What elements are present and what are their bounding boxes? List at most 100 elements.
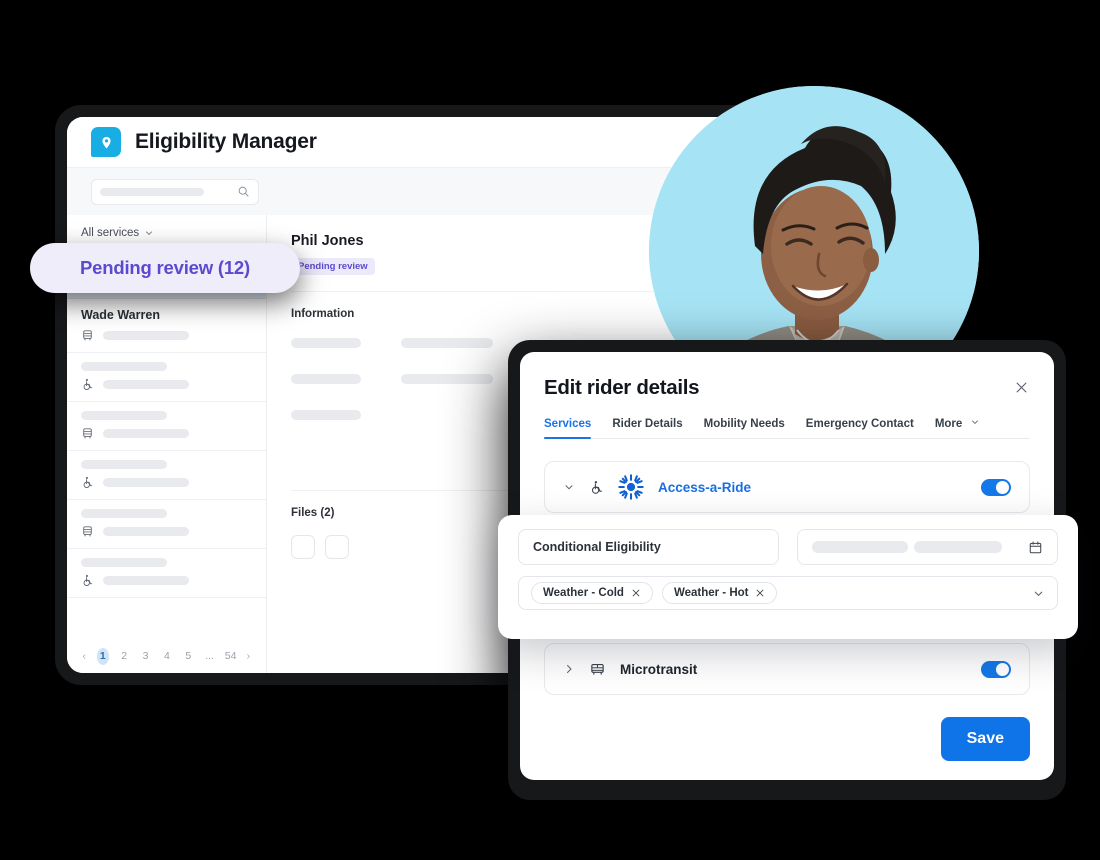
modal-tabs: Services Rider Details Mobility Needs Em… (544, 417, 1030, 439)
tab-services[interactable]: Services (544, 418, 592, 439)
info-field-skeleton (401, 338, 493, 348)
service-name-microtransit: Microtransit (620, 661, 698, 677)
close-icon[interactable] (755, 588, 765, 598)
list-item-skeleton (103, 576, 189, 585)
shuttle-bus-icon (591, 663, 604, 675)
conditional-eligibility-card: Conditional Eligibility Weather - Cold W… (498, 515, 1078, 639)
tab-emergency-contact[interactable]: Emergency Contact (806, 418, 914, 438)
list-item-meta (81, 378, 252, 391)
eligibility-type-input[interactable]: Conditional Eligibility (518, 529, 779, 565)
list-item-name-skeleton (81, 411, 167, 420)
screenshot-stage: Eligibility Manager All services Wade Wa… (0, 0, 1100, 860)
service-row-access-a-ride[interactable]: Access-a-Ride (544, 461, 1030, 513)
chevron-left-icon[interactable] (81, 652, 88, 661)
bus-icon (83, 526, 92, 537)
search-input[interactable] (91, 178, 259, 205)
page-2-button[interactable]: 2 (118, 648, 130, 665)
date-value-skeleton (812, 541, 1002, 553)
list-item[interactable] (67, 549, 266, 598)
chevron-right-icon[interactable] (563, 663, 575, 675)
list-item-meta (81, 329, 252, 342)
info-field-skeleton (291, 410, 361, 420)
conditions-multiselect[interactable]: Weather - Cold Weather - Hot (518, 576, 1058, 610)
tag-weather-cold-label: Weather - Cold (543, 587, 624, 599)
chevron-right-icon[interactable] (245, 652, 252, 661)
tab-rider-details[interactable]: Rider Details (612, 418, 682, 438)
list-item-name-skeleton (81, 558, 167, 567)
page-4-button[interactable]: 4 (161, 648, 173, 665)
page-title: Eligibility Manager (135, 130, 317, 153)
sunburst-icon (618, 474, 644, 500)
list-item[interactable] (67, 500, 266, 549)
page-5-button[interactable]: 5 (182, 648, 194, 665)
services-filter-label: All services (81, 227, 140, 239)
wheelchair-icon (83, 476, 93, 488)
wheelchair-icon (591, 480, 602, 494)
modal-title: Edit rider details (544, 376, 700, 399)
info-field-skeleton (401, 374, 493, 384)
pending-review-callout-label: Pending review (12) (80, 257, 250, 278)
pending-review-callout[interactable]: Pending review (12) (30, 243, 300, 293)
tab-services-label: Services (544, 418, 592, 430)
file-thumbnail[interactable] (325, 535, 349, 559)
list-item-name-skeleton (81, 460, 167, 469)
wheelchair-icon (83, 574, 93, 586)
tab-rider-details-label: Rider Details (612, 418, 683, 430)
close-icon[interactable] (1010, 376, 1032, 398)
pagination: 1 2 3 4 5 ... 54 (67, 639, 266, 673)
file-thumbnail[interactable] (291, 535, 315, 559)
bus-icon (83, 330, 92, 341)
page-1-button[interactable]: 1 (96, 647, 109, 665)
tag-weather-hot-label: Weather - Hot (673, 587, 749, 599)
date-end-skeleton (914, 541, 1002, 553)
info-field-skeleton (291, 338, 361, 348)
tab-mobility-needs[interactable]: Mobility Needs (704, 418, 785, 438)
list-item[interactable]: Wade Warren (67, 299, 266, 353)
save-button[interactable]: Save (940, 717, 1030, 761)
list-item-meta (81, 525, 252, 538)
chevron-down-icon[interactable] (563, 481, 575, 493)
list-item-skeleton (103, 429, 189, 438)
list-item-meta (81, 574, 252, 587)
page-54-button[interactable]: 54 (225, 648, 237, 665)
tab-more-label: More (934, 418, 963, 430)
info-field-skeleton (291, 374, 361, 384)
list-item-skeleton (103, 527, 189, 536)
list-item[interactable] (67, 451, 266, 500)
list-item-name-skeleton (81, 509, 167, 518)
bus-icon (83, 428, 92, 439)
information-column-right (401, 338, 493, 420)
tab-emergency-contact-label: Emergency Contact (805, 418, 914, 430)
list-item-skeleton (103, 380, 189, 389)
list-item-name-skeleton (81, 362, 167, 371)
modal-footer: Save (544, 717, 1030, 761)
page-3-button[interactable]: 3 (139, 648, 151, 665)
service-toggle-access-a-ride[interactable] (981, 478, 1011, 496)
chevron-down-icon (971, 420, 978, 424)
list-item-skeleton (103, 478, 189, 487)
tag-weather-hot[interactable]: Weather - Hot (661, 582, 778, 604)
search-icon (238, 186, 249, 197)
map-pin-icon (91, 127, 121, 157)
list-item[interactable] (67, 353, 266, 402)
rider-rows: Wade Warren (67, 251, 266, 639)
calendar-icon[interactable] (1028, 540, 1043, 555)
service-toggle-microtransit[interactable] (981, 660, 1011, 678)
list-item-skeleton (103, 331, 189, 340)
list-item-name: Wade Warren (81, 308, 160, 322)
search-placeholder-skeleton (100, 187, 204, 196)
tab-more[interactable]: More (935, 417, 980, 438)
conditional-row: Conditional Eligibility (518, 529, 1058, 565)
wheelchair-icon (83, 378, 93, 390)
tag-weather-cold[interactable]: Weather - Cold (531, 582, 653, 604)
service-row-microtransit[interactable]: Microtransit (544, 643, 1030, 695)
close-icon[interactable] (631, 588, 641, 598)
date-range-input[interactable] (797, 529, 1058, 565)
list-item-meta (81, 476, 252, 489)
chevron-down-icon[interactable] (1032, 587, 1045, 600)
tab-mobility-needs-label: Mobility Needs (703, 418, 785, 430)
date-start-skeleton (812, 541, 908, 553)
list-item[interactable] (67, 402, 266, 451)
status-badge: Pending review (291, 258, 375, 275)
chevron-down-icon (146, 231, 153, 235)
